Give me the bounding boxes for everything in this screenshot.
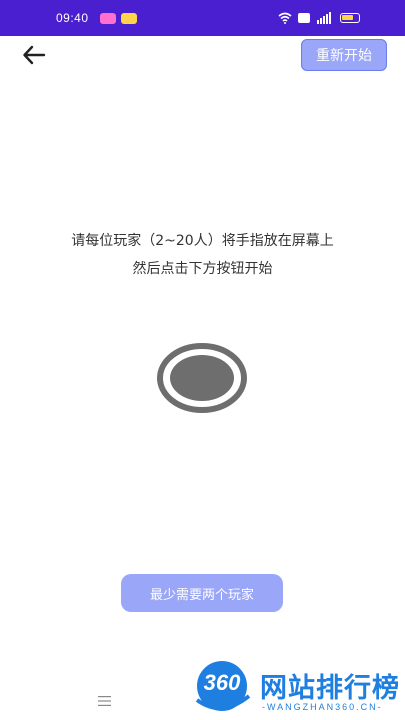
status-bar: 09:40 [0, 0, 405, 36]
finger-target-icon [157, 343, 247, 413]
mail-app-icon [121, 13, 137, 24]
hd-badge [298, 13, 310, 23]
min-players-button[interactable]: 最少需要两个玩家 [121, 574, 283, 612]
signal-icon [317, 12, 331, 24]
touch-target[interactable] [156, 342, 248, 414]
wifi-icon [278, 12, 292, 24]
battery-icon [340, 13, 360, 23]
watermark-logo-text: 360 [203, 670, 241, 695]
instructions: 请每位玩家（2~20人）将手指放在屏幕上 然后点击下方按钮开始 [0, 227, 405, 283]
status-time: 09:40 [56, 11, 89, 25]
back-button[interactable] [20, 42, 48, 68]
watermark-title: 网站排行榜 [260, 673, 400, 704]
arrow-left-icon [23, 45, 46, 65]
watermark-url: -WANGZHAN360.CN- [262, 702, 383, 712]
status-indicators [278, 12, 360, 24]
instruction-line-2: 然后点击下方按钮开始 [132, 261, 273, 277]
video-app-icon [100, 13, 116, 24]
restart-button[interactable]: 重新开始 [301, 39, 387, 71]
watermark: 360 网站排行榜 -WANGZHAN360.CN- [192, 658, 402, 718]
nav-menu-button[interactable] [97, 693, 113, 707]
menu-icon [98, 696, 111, 706]
instruction-line-1: 请每位玩家（2~20人）将手指放在屏幕上 [71, 233, 334, 249]
